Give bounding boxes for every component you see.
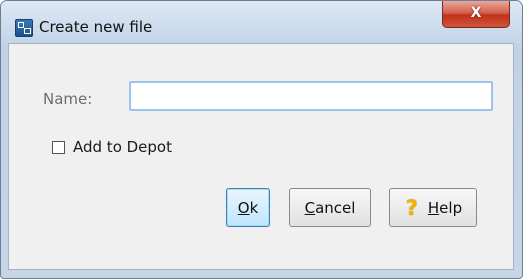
add-to-depot-label: Add to Depot: [73, 138, 172, 156]
dialog-body: Name: Add to Depot Ok Cancel ? Help: [8, 43, 514, 270]
app-icon: [15, 19, 33, 37]
cancel-label-rest: ancel: [315, 198, 356, 217]
help-mnemonic: H: [427, 198, 440, 217]
ok-mnemonic: O: [237, 198, 250, 217]
ok-label-rest: k: [249, 198, 259, 217]
close-button[interactable]: X: [442, 1, 510, 28]
name-input[interactable]: [129, 81, 493, 111]
close-icon: X: [470, 5, 482, 21]
title-bar[interactable]: Create new file X: [1, 1, 522, 43]
add-to-depot-checkbox[interactable]: [52, 140, 65, 154]
cancel-mnemonic: C: [304, 198, 316, 217]
help-button[interactable]: ? Help: [389, 188, 477, 227]
add-to-depot-option[interactable]: Add to Depot: [52, 137, 172, 157]
create-new-file-dialog: Create new file X Name: Add to Depot Ok …: [0, 0, 523, 279]
help-icon: ?: [405, 195, 418, 220]
help-label-rest: elp: [439, 198, 463, 217]
window-title: Create new file: [39, 18, 153, 36]
cancel-button[interactable]: Cancel: [289, 188, 371, 227]
name-label: Name:: [43, 90, 93, 108]
ok-button[interactable]: Ok: [226, 188, 270, 227]
